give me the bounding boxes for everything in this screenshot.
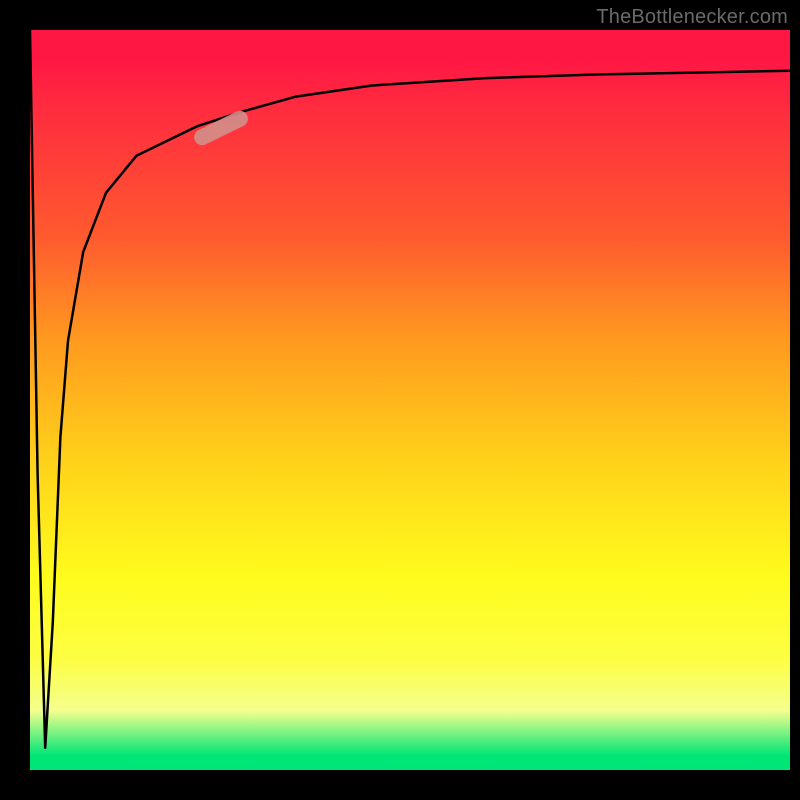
plot-background [30,30,790,770]
chart-frame: TheBottlenecker.com [0,0,800,800]
watermark-text: TheBottlenecker.com [596,6,788,29]
